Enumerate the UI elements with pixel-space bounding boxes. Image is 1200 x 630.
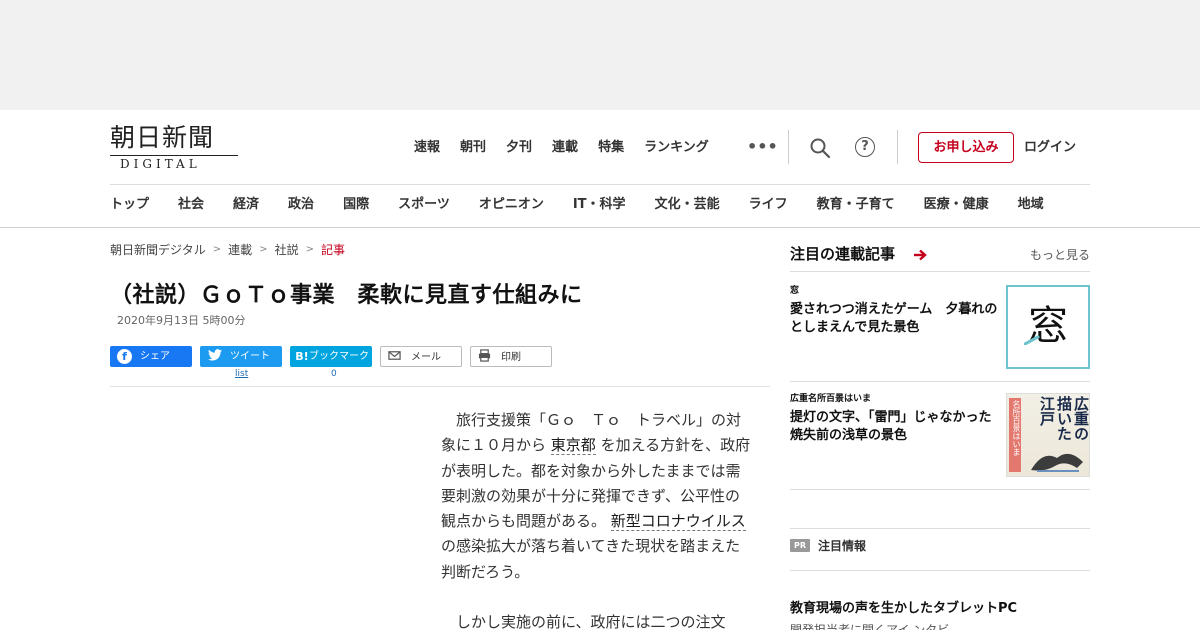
category-opinion[interactable]: オピニオン (479, 195, 544, 215)
envelope-icon (387, 349, 402, 364)
search-icon[interactable] (809, 137, 831, 159)
topnav-item-ranking[interactable]: ランキング (644, 138, 709, 158)
login-link[interactable]: ログイン (1024, 138, 1076, 158)
mail-share-button[interactable]: メール (380, 346, 462, 367)
article-paragraph: 旅行支援策「Ｇｏ Ｔｏ トラベル」の対象に１０月から 東京都 を加える方針を、政… (441, 408, 753, 585)
help-icon[interactable]: ? (855, 137, 875, 157)
sidebar-more-link[interactable]: もっと見る (1030, 247, 1090, 263)
article-body: 旅行支援策「Ｇｏ Ｔｏ トラベル」の対象に１０月から 東京都 を加える方針を、政… (441, 408, 753, 630)
article-headline: （社説）ＧｏＴｏ事業 柔軟に見直す仕組みに (110, 283, 583, 308)
paragraph-text: の感染拡大が落ち着いてきた現状を踏まえた判断だろう。 (441, 537, 741, 581)
category-sports[interactable]: スポーツ (398, 195, 450, 215)
category-education[interactable]: 教育・子育て (817, 195, 895, 215)
sidebar-divider (790, 570, 1090, 571)
pr-badge: PR (790, 539, 810, 552)
category-life[interactable]: ライフ (749, 195, 788, 215)
category-economy[interactable]: 経済 (233, 195, 259, 215)
header-separator (110, 184, 1090, 185)
site-header: 朝日新聞 DIGITAL 速報 朝刊 夕刊 連載 特集 ランキング ••• ? … (0, 110, 1200, 228)
bookmark-count: 0 (331, 369, 337, 379)
sidebar-article-item[interactable]: 広重名所百景はいま 提灯の文字、「雷門」じゃなかった 焼失前の浅草の景色 名所百… (790, 393, 1090, 477)
sidebar-article-title: 愛されつつ消えたゲーム 夕暮れのとしまえんで見た景色 (790, 302, 998, 335)
asahi-digital-logo[interactable]: 朝日新聞 DIGITAL (110, 123, 242, 171)
topnav-item-tokushu[interactable]: 特集 (598, 138, 624, 158)
category-society[interactable]: 社会 (178, 195, 204, 215)
category-region[interactable]: 地域 (1018, 195, 1044, 215)
logo-subtext: DIGITAL (120, 157, 201, 171)
sidebar-divider (790, 489, 1090, 490)
breadcrumb-separator: > (259, 244, 268, 255)
mail-share-label: メール (411, 352, 441, 363)
category-politics[interactable]: 政治 (288, 195, 314, 215)
sidebar-divider (790, 271, 1090, 272)
sidebar-article-item[interactable]: 窓 愛されつつ消えたゲーム 夕暮れのとしまえんで見た景色 窓 (790, 285, 1090, 369)
pr-article-title[interactable]: 教育現場の声を生かしたタブレットPC (790, 600, 1017, 618)
thumbnail-side-text: 名所百景はいま (1012, 400, 1021, 456)
breadcrumb-item-editorial[interactable]: 社説 (275, 242, 299, 258)
breadcrumb-item-series[interactable]: 連載 (228, 242, 252, 258)
header-divider (788, 130, 789, 164)
series-kicker: 広重名所百景はいま (790, 394, 872, 404)
category-top[interactable]: トップ (110, 195, 149, 215)
print-button[interactable]: 印刷 (470, 346, 552, 367)
printer-icon (477, 349, 492, 364)
arrow-right-icon (912, 247, 928, 263)
top-nav: 速報 朝刊 夕刊 連載 特集 ランキング (414, 138, 729, 158)
pr-article-subtitle[interactable]: 開発担当者に聞くアイ ンタビ (790, 622, 949, 630)
topnav-item-sokuho[interactable]: 速報 (414, 138, 440, 158)
facebook-share-button[interactable]: f シェア (110, 346, 192, 367)
topnav-item-rensai[interactable]: 連載 (552, 138, 578, 158)
more-menu-icon[interactable]: ••• (747, 139, 778, 156)
keyword-link-coronavirus[interactable]: 新型コロナウイルス (610, 512, 746, 532)
article-divider (110, 386, 770, 387)
category-international[interactable]: 国際 (343, 195, 369, 215)
twitter-share-button[interactable]: ツイート (200, 346, 282, 367)
subscribe-button[interactable]: お申し込み (918, 132, 1014, 163)
category-nav: トップ 社会 経済 政治 国際 スポーツ オピニオン IT・科学 文化・芸能 ラ… (110, 195, 1073, 215)
logo-underline (110, 155, 238, 156)
twitter-share-label: ツイート (230, 351, 270, 362)
keyword-link-tokyo[interactable]: 東京都 (550, 436, 596, 456)
sidebar-title[interactable]: 注目の連載記事 (790, 244, 895, 264)
series-kicker: 窓 (790, 286, 800, 296)
header-divider (897, 130, 898, 164)
sidebar-divider (790, 381, 1090, 382)
sidebar-featured-series: 注目の連載記事 もっと見る 窓 愛されつつ消えたゲーム 夕暮れのとしまえんで見た… (790, 228, 1090, 630)
category-culture[interactable]: 文化・芸能 (655, 195, 720, 215)
thumbnail-calligraphy: 窓 (1028, 303, 1068, 349)
twitter-list-link[interactable]: list (235, 369, 248, 380)
hatena-bookmark-icon: B! (295, 350, 309, 363)
twitter-bird-icon (207, 349, 222, 364)
breadcrumb-item-home[interactable]: 朝日新聞デジタル (110, 242, 206, 258)
logo-text: 朝日新聞 (110, 123, 215, 152)
article-paragraph: しかし実施の前に、政府には二つの注文 (441, 613, 726, 630)
sidebar-divider (790, 528, 1090, 529)
breadcrumb-separator: > (305, 244, 314, 255)
thumbnail-illustration (1031, 453, 1083, 472)
sidebar-article-title: 提灯の文字、「雷門」じゃなかった 焼失前の浅草の景色 (790, 410, 1005, 443)
hatena-bookmark-button[interactable]: B! ブックマーク (290, 346, 372, 367)
pr-section-label: 注目情報 (818, 539, 867, 553)
article-main: 朝日新聞デジタル > 連載 > 社説 > 記事 （社説）ＧｏＴｏ事業 柔軟に見直… (110, 228, 770, 630)
category-health[interactable]: 医療・健康 (924, 195, 989, 215)
facebook-icon: f (117, 349, 132, 364)
article-thumbnail: 名所百景はいま 広重の描いた江戸 (1006, 393, 1090, 477)
breadcrumb: 朝日新聞デジタル > 連載 > 社説 > 記事 (110, 242, 345, 258)
thumbnail-title-text: 広重の描いた江戸 (1038, 396, 1090, 441)
breadcrumb-separator: > (212, 244, 222, 255)
breadcrumb-item-current: 記事 (320, 243, 345, 257)
topnav-item-choukan[interactable]: 朝刊 (460, 138, 486, 158)
topnav-item-yuukan[interactable]: 夕刊 (506, 138, 532, 158)
ad-banner-area (0, 0, 1200, 110)
hatena-bookmark-label: ブックマーク (309, 351, 369, 362)
publish-date: 2020年9月13日 5時00分 (117, 314, 246, 327)
facebook-share-label: シェア (140, 351, 170, 362)
print-label: 印刷 (501, 352, 521, 363)
category-it-science[interactable]: IT・科学 (573, 195, 626, 215)
article-thumbnail: 窓 (1006, 285, 1090, 369)
